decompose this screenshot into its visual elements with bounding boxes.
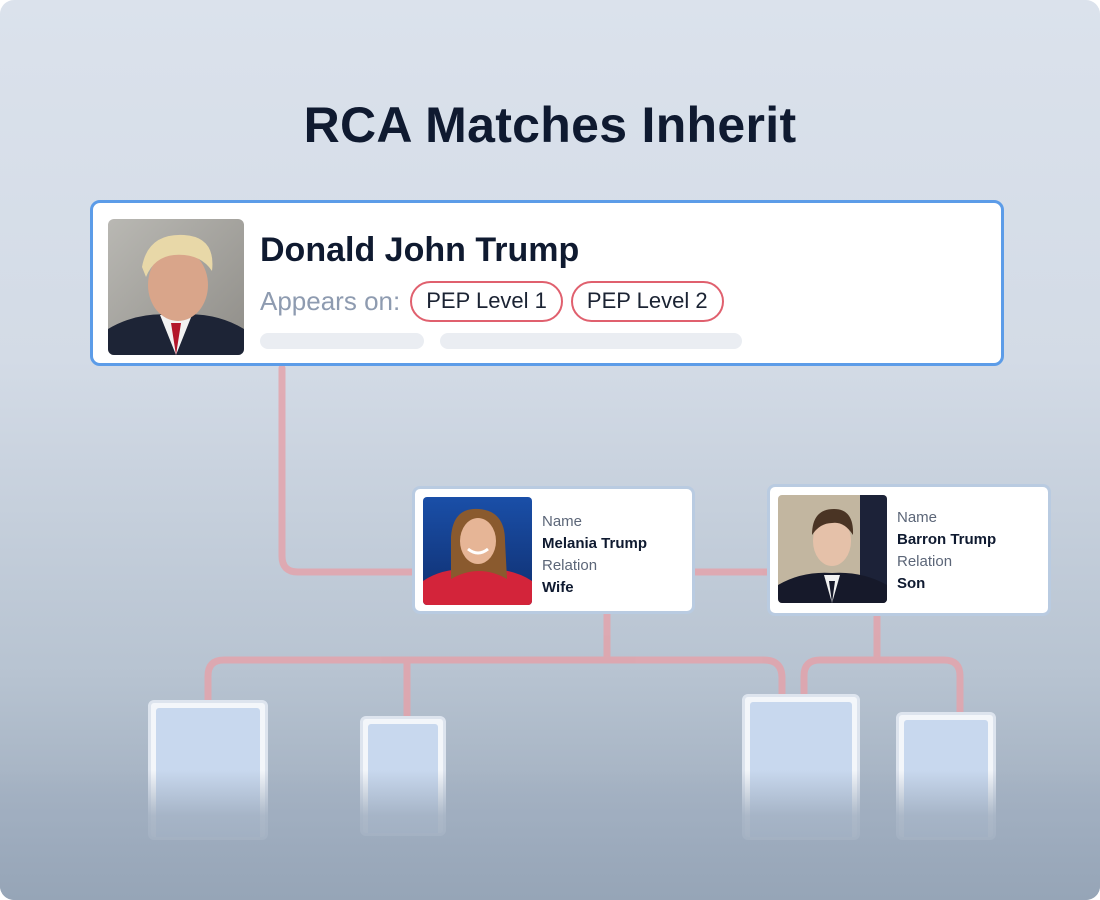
relative-info: Name Melania Trump Relation Wife <box>542 511 647 599</box>
person-photo-icon <box>778 495 887 603</box>
person-photo-icon <box>108 219 244 355</box>
appears-on-label: Appears on: <box>260 286 401 316</box>
name-label: Name <box>542 513 583 530</box>
subject-name: Donald John Trump <box>260 231 580 269</box>
appears-on-row: Appears on: PEP Level 1 PEP Level 2 <box>260 281 724 322</box>
tag-pep-level-2[interactable]: PEP Level 2 <box>570 281 724 322</box>
connector-main-to-wife <box>278 364 420 576</box>
person-photo-icon <box>423 497 532 605</box>
relation-label: Relation <box>542 557 598 574</box>
diagram-canvas: RCA Matches Inherit Donald John Trump Ap… <box>0 0 1100 900</box>
relation-value: Son <box>897 575 926 592</box>
relative-card-son[interactable]: Name Barron Trump Relation Son <box>767 484 1051 616</box>
bottom-fade-overlay <box>0 770 1100 900</box>
skeleton-placeholder <box>440 333 742 349</box>
skeleton-placeholder <box>260 333 424 349</box>
relative-card-wife[interactable]: Name Melania Trump Relation Wife <box>412 486 695 614</box>
relative-name: Barron Trump <box>897 531 997 548</box>
relative-name: Melania Trump <box>542 535 648 552</box>
connector-wife-branch <box>204 656 786 706</box>
relation-value: Wife <box>542 579 574 596</box>
main-subject-card[interactable]: Donald John Trump Appears on: PEP Level … <box>90 200 1004 366</box>
relative-info: Name Barron Trump Relation Son <box>897 507 996 595</box>
relation-label: Relation <box>897 553 953 570</box>
tag-pep-level-1[interactable]: PEP Level 1 <box>410 281 563 322</box>
name-label: Name <box>897 509 938 526</box>
